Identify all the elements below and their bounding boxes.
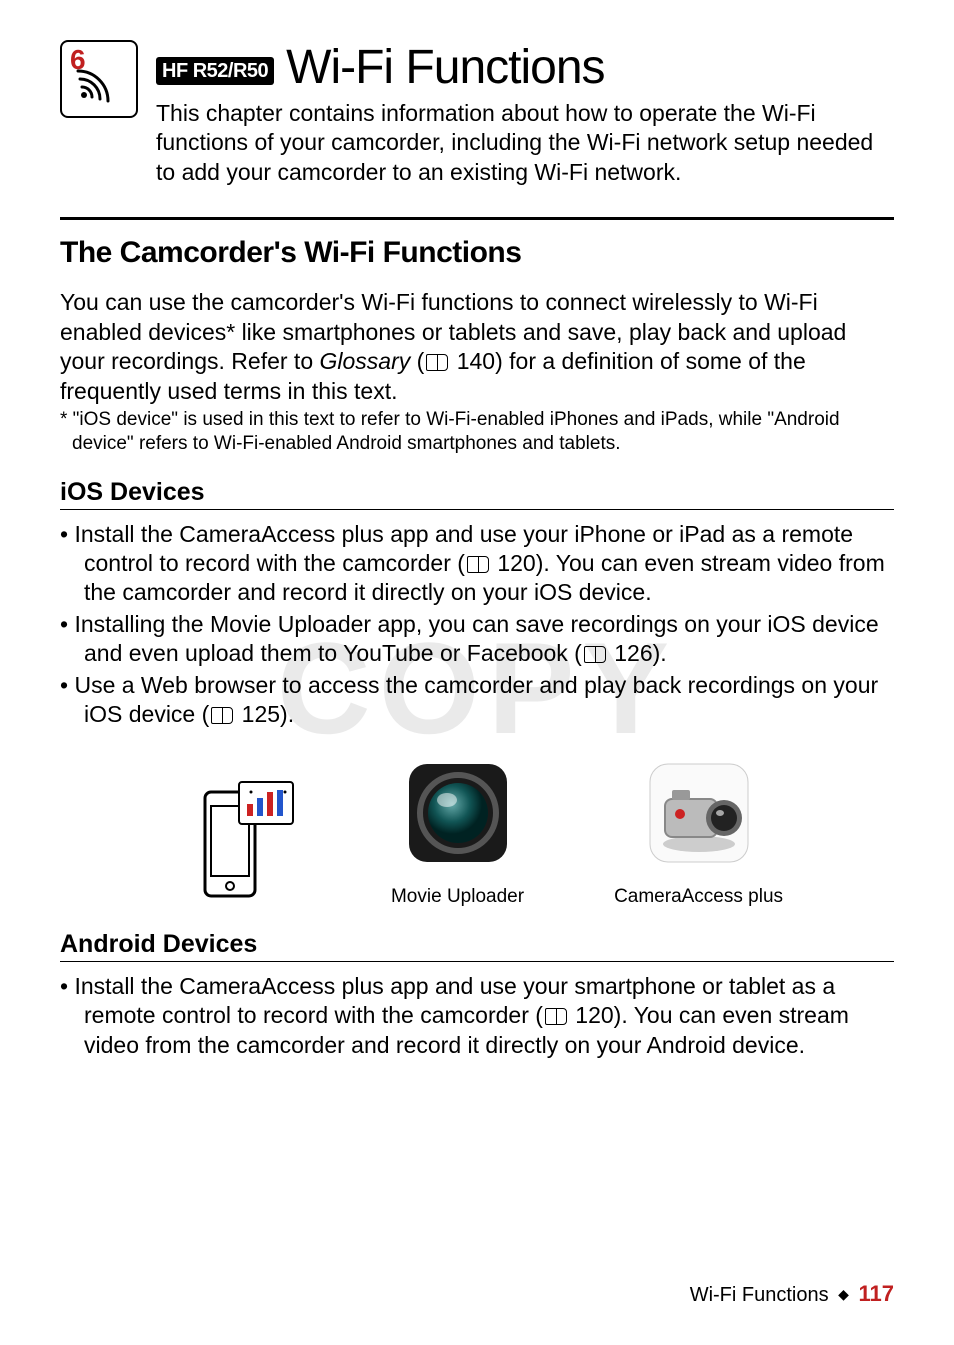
page-ref-icon [545,1008,567,1025]
camera-access-icon [634,748,764,878]
bullet-text: Installing the Movie Uploader app, you c… [74,611,878,666]
page-ref-number: 126 [614,640,652,666]
ios-divider [60,509,894,510]
section-paragraph: You can use the camcorder's Wi-Fi functi… [60,288,894,406]
page-ref-number: 125 [242,701,280,727]
bullet-text: ). [653,640,667,666]
glossary-term: Glossary [320,348,411,374]
android-divider [60,961,894,962]
para-text-mid: ( [410,348,424,374]
figure-caption: CameraAccess plus [614,886,783,908]
bullet-text: ). [280,701,294,727]
movie-uploader-icon [393,748,523,878]
model-badge: HF R52/R50 [156,57,274,85]
list-item: Installing the Movie Uploader app, you c… [60,610,894,669]
figure-phone [171,778,301,908]
page-ref-number: 140 [457,348,495,374]
page-title: Wi-Fi Functions [286,40,604,95]
ios-heading: iOS Devices [60,478,894,507]
diamond-icon: ◆ [838,1286,849,1302]
list-item: Install the CameraAccess plus app and us… [60,520,894,608]
figure-row: Movie Uploader CameraAccess plus [60,748,894,908]
wifi-icon [72,65,120,110]
footnote: * "iOS device" is used in this text to r… [60,408,894,456]
section-title: The Camcorder's Wi-Fi Functions [60,236,894,270]
section-divider [60,217,894,220]
list-item: Install the CameraAccess plus app and us… [60,972,894,1060]
page-ref-icon [584,646,606,663]
page-ref-number: 120 [497,550,535,576]
page-ref-icon [211,707,233,724]
page-ref-icon [467,556,489,573]
footer-section-label: Wi-Fi Functions [690,1284,829,1306]
figure-caption: Movie Uploader [391,886,524,908]
page-ref-number: 120 [575,1002,613,1028]
ios-bullet-list: Install the CameraAccess plus app and us… [60,520,894,730]
bullet-text: Use a Web browser to access the camcorde… [74,672,878,727]
intro-paragraph: This chapter contains information about … [156,99,894,187]
chapter-badge: 6 [60,40,138,118]
figure-movie-uploader: Movie Uploader [391,748,524,908]
page-footer: Wi-Fi Functions ◆ 117 [690,1281,894,1307]
smartphone-illustration [171,778,301,908]
android-bullet-list: Install the CameraAccess plus app and us… [60,972,894,1060]
list-item: Use a Web browser to access the camcorde… [60,671,894,730]
figure-camera-access: CameraAccess plus [614,748,783,908]
page-ref-icon [426,354,448,371]
android-heading: Android Devices [60,930,894,959]
page-number: 117 [859,1281,895,1306]
